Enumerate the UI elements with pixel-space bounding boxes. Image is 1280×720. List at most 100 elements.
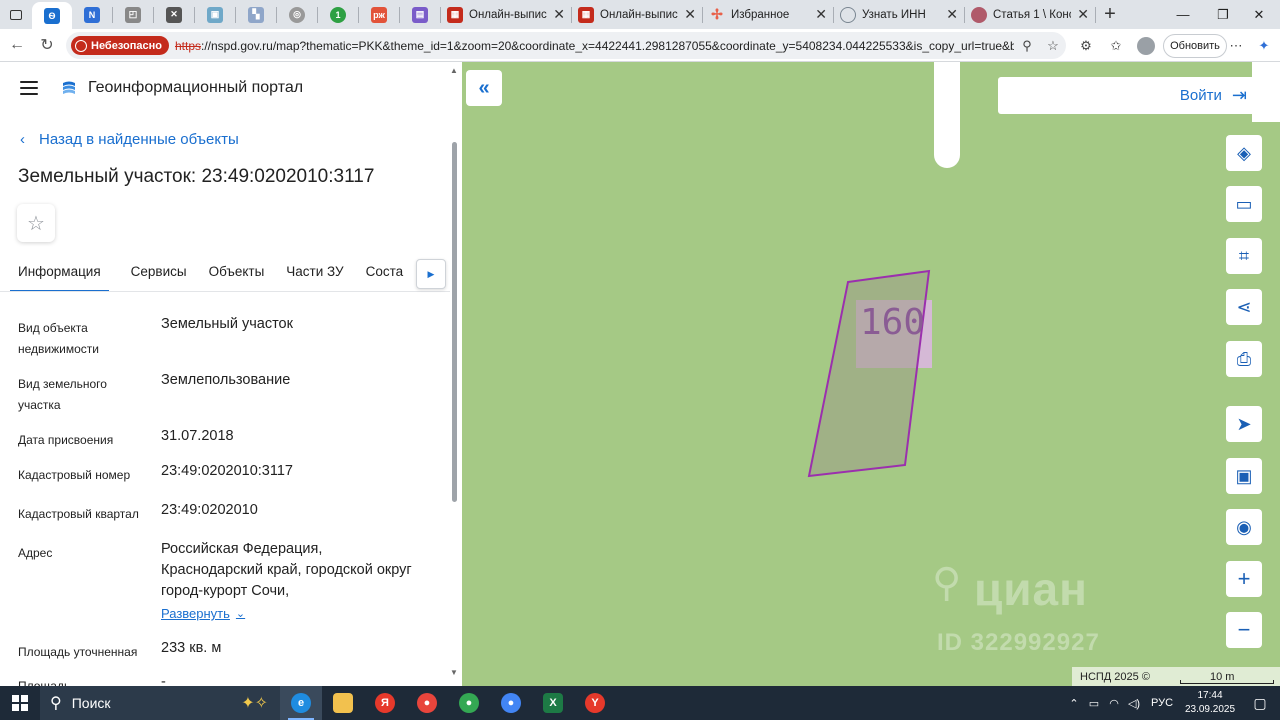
- map-copyright: НСПД 2025 ©: [1080, 670, 1150, 683]
- geo-search-button[interactable]: ◉: [1226, 509, 1262, 545]
- tab-active-nspd[interactable]: Ѳ: [32, 2, 72, 29]
- close-tab-icon[interactable]: ✕: [946, 6, 958, 23]
- start-button[interactable]: [0, 686, 40, 720]
- copilot-icon[interactable]: ✦: [1252, 34, 1276, 58]
- portal-title: Геоинформационный портал: [88, 79, 304, 96]
- tab-article-1[interactable]: Статья 1 \ Консул ✕: [965, 0, 1095, 29]
- back-link-label: Назад в найденные объекты: [39, 131, 239, 148]
- scroll-up-icon[interactable]: ▲: [450, 66, 458, 75]
- search-icon: ⚲: [50, 695, 62, 712]
- add-to-favorites-button[interactable]: ☆: [17, 204, 55, 242]
- tab-favorites[interactable]: ✢ Избранное ✕: [703, 0, 833, 29]
- more-menu-icon[interactable]: ⋯: [1224, 34, 1248, 58]
- yandex-y-icon: Y: [585, 693, 605, 713]
- volume-icon[interactable]: ◁): [1124, 697, 1144, 710]
- search-highlight-icon: ✦✧: [241, 695, 268, 712]
- tab-parcel-parts[interactable]: Части ЗУ: [286, 258, 343, 292]
- print-button[interactable]: ⎙: [1226, 341, 1262, 377]
- tab-pinned-9[interactable]: ▤: [400, 0, 440, 29]
- favorite-star-icon[interactable]: ☆: [1040, 38, 1066, 54]
- navigation-arrow-icon: ➤: [1236, 413, 1252, 434]
- expand-address-link[interactable]: Развернуть ⌄: [161, 606, 245, 621]
- new-tab-button[interactable]: +: [1096, 0, 1124, 29]
- property-value: -: [161, 674, 166, 686]
- url-protocol: https: [174, 38, 201, 53]
- taskbar-yandex-browser[interactable]: Я: [364, 686, 406, 720]
- tab-pinned-5[interactable]: ▚: [236, 0, 276, 29]
- close-tab-icon[interactable]: ✕: [684, 6, 696, 23]
- double-chevron-left-icon: «: [478, 76, 490, 99]
- url-rest: ://nspd.gov.ru/map?thematic=PKK&theme_id…: [201, 38, 1014, 53]
- reload-icon[interactable]: ↻: [32, 30, 62, 60]
- wifi-icon[interactable]: ◠: [1104, 697, 1124, 710]
- tab-actions-icon[interactable]: [0, 0, 32, 29]
- property-value: 23:49:0202010:3117: [161, 463, 293, 479]
- collapse-panel-button[interactable]: «: [466, 70, 502, 106]
- url-field[interactable]: Небезопасно https://nspd.gov.ru/map?them…: [66, 32, 1066, 59]
- profile-icon[interactable]: [1134, 34, 1158, 58]
- close-tab-icon[interactable]: ✕: [815, 6, 827, 23]
- area-search-button[interactable]: ⌗: [1226, 238, 1262, 274]
- taskbar-edge[interactable]: e: [280, 686, 322, 720]
- consultant-favicon-icon: [971, 6, 987, 23]
- map-view[interactable]: 160 ⚲ циан ID 322992927 « Войти ⇥ ◈ ▭ ⌗ …: [462, 62, 1280, 686]
- windows-taskbar: ⚲ Поиск ✦✧ e Я ● ● ● X Y ⌃ ▭ ◠ ◁) РУС 17…: [0, 686, 1280, 720]
- back-to-results-link[interactable]: ‹ Назад в найденные объекты: [20, 131, 239, 148]
- property-key: Кадастровый номер: [18, 468, 131, 482]
- avatar: [1137, 37, 1155, 55]
- tab-online-extract-2[interactable]: ▦ Онлайн-выписка ✕: [572, 0, 702, 29]
- clock[interactable]: 17:44 23.09.2025: [1180, 689, 1240, 717]
- tab-composition[interactable]: Соста: [366, 258, 404, 292]
- zoom-icon[interactable]: ⚲: [1014, 38, 1040, 54]
- taskbar-chrome-2[interactable]: ●: [448, 686, 490, 720]
- close-window-button[interactable]: ✕: [1236, 0, 1280, 29]
- property-key: Площадь уточненная: [18, 645, 138, 659]
- chevron-up-icon[interactable]: ⌃: [1064, 697, 1084, 710]
- location-search-icon: ◉: [1236, 516, 1252, 537]
- tab-title: Узнать ИНН: [862, 8, 926, 21]
- login-button[interactable]: Войти ⇥: [998, 77, 1261, 114]
- scroll-down-icon[interactable]: ▼: [450, 668, 458, 677]
- zoom-in-button[interactable]: +: [1226, 561, 1262, 597]
- taskbar-search[interactable]: ⚲ Поиск ✦✧: [40, 686, 280, 720]
- tab-pinned-4[interactable]: ▣: [195, 0, 235, 29]
- tab-pinned-8[interactable]: рж: [359, 0, 399, 29]
- taskbar-yandex[interactable]: Y: [574, 686, 616, 720]
- taskbar-excel[interactable]: X: [532, 686, 574, 720]
- tab-pinned-2[interactable]: ◰: [113, 0, 153, 29]
- zoom-out-button[interactable]: −: [1226, 612, 1262, 648]
- tab-pinned-7[interactable]: 1: [318, 0, 358, 29]
- close-tab-icon[interactable]: ✕: [1077, 6, 1089, 23]
- tab-pinned-3[interactable]: ✕: [154, 0, 194, 29]
- layers-button[interactable]: ◈: [1226, 135, 1262, 171]
- close-tab-icon[interactable]: ✕: [553, 6, 565, 23]
- tab-online-extract-1[interactable]: ▦ Онлайн-выписка ✕: [441, 0, 571, 29]
- tab-find-inn[interactable]: Узнать ИНН ✕: [834, 0, 964, 29]
- tab-pinned-1[interactable]: N: [72, 0, 112, 29]
- edge-icon: e: [291, 693, 311, 713]
- language-indicator[interactable]: РУС: [1144, 697, 1180, 709]
- minimap-button[interactable]: ▣: [1226, 458, 1262, 494]
- tab-information[interactable]: Информация: [10, 258, 109, 292]
- extension-icon[interactable]: ⚙: [1074, 34, 1098, 58]
- update-button[interactable]: Обновить: [1163, 34, 1227, 58]
- tabs-scroll-right-button[interactable]: ▶: [416, 259, 446, 289]
- tab-services[interactable]: Сервисы: [131, 258, 187, 292]
- taskbar-chrome-1[interactable]: ●: [406, 686, 448, 720]
- tab-objects[interactable]: Объекты: [209, 258, 265, 292]
- notification-icon[interactable]: ▢: [1240, 695, 1280, 712]
- share-button[interactable]: ⋖: [1226, 289, 1262, 325]
- tab-pinned-6[interactable]: ◎: [277, 0, 317, 29]
- back-arrow-icon[interactable]: ←: [2, 30, 32, 60]
- not-secure-badge[interactable]: Небезопасно: [71, 36, 169, 55]
- minus-icon: −: [1237, 617, 1251, 642]
- menu-icon[interactable]: [20, 81, 38, 95]
- site-favicon-icon: ▣: [207, 6, 223, 23]
- taskbar-chrome-3[interactable]: ●: [490, 686, 532, 720]
- locate-button[interactable]: ➤: [1226, 406, 1262, 442]
- favorites-icon[interactable]: ✩: [1104, 34, 1128, 58]
- battery-icon[interactable]: ▭: [1084, 697, 1104, 710]
- measure-button[interactable]: ▭: [1226, 186, 1262, 222]
- taskbar-explorer[interactable]: [322, 686, 364, 720]
- panel-scrollbar[interactable]: [452, 142, 457, 502]
